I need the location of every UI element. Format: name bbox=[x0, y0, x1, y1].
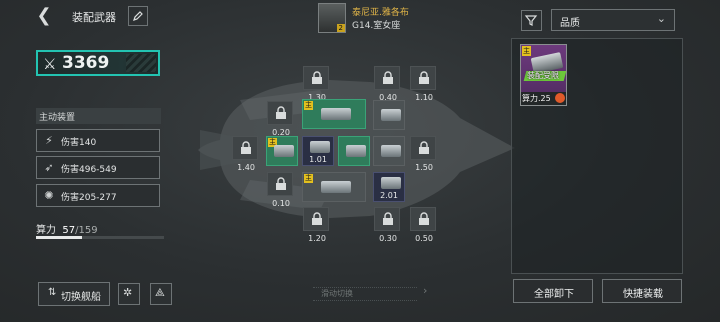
computing-total: /159 bbox=[75, 225, 98, 236]
locked-slot[interactable]: 0.50 bbox=[410, 207, 436, 243]
computing-power: 算力 57/159 bbox=[36, 221, 98, 236]
filter-icon[interactable] bbox=[521, 10, 542, 31]
switch-ship-button[interactable]: ⇅ 切换舰船 bbox=[38, 282, 110, 306]
equipped-slot[interactable]: 1.01 bbox=[302, 136, 334, 166]
locked-slot[interactable]: 0.30 bbox=[374, 207, 400, 243]
lock-icon bbox=[383, 71, 393, 84]
weapon-icon bbox=[381, 177, 401, 189]
slot-value: 0.50 bbox=[415, 234, 433, 243]
lock-icon bbox=[383, 212, 393, 225]
captain-avatar[interactable]: 2 bbox=[318, 3, 346, 33]
captain-level: 2 bbox=[336, 24, 345, 32]
lock-icon bbox=[419, 71, 429, 84]
equipped-slot-bottom-wide[interactable]: 主 bbox=[302, 172, 366, 202]
lock-icon bbox=[241, 141, 251, 154]
lock-icon bbox=[276, 106, 286, 119]
locked-slot[interactable]: 1.30 bbox=[303, 66, 329, 102]
unequip-all-label: 全部卸下 bbox=[534, 289, 574, 300]
equipped-slot[interactable]: 主 bbox=[266, 136, 298, 166]
weapon-icon bbox=[381, 145, 401, 157]
crossed-swords-icon: ⚔ bbox=[43, 55, 57, 73]
equipped-slot-top-wide[interactable]: 主 bbox=[302, 99, 366, 129]
weapon-icon bbox=[310, 141, 330, 153]
stat-text: 伤害496-549 bbox=[61, 165, 117, 175]
locked-slot[interactable]: 0.40 bbox=[374, 66, 400, 102]
rarity-badge-icon bbox=[555, 93, 565, 103]
missile-icon: ➶ bbox=[44, 161, 54, 174]
stat-cannon[interactable]: ✺ 伤害205-277 bbox=[36, 184, 160, 207]
item-status: 装配受限 bbox=[527, 71, 559, 80]
slot-value: 1.10 bbox=[415, 93, 433, 102]
gear-icon: ✲ bbox=[123, 286, 133, 299]
locked-slot[interactable]: 1.20 bbox=[303, 207, 329, 243]
stat-text: 伤害140 bbox=[61, 138, 97, 148]
weapon-icon bbox=[381, 109, 401, 121]
fleet-button[interactable]: ⟁ bbox=[150, 283, 172, 305]
computing-used: 57 bbox=[62, 225, 76, 236]
combat-power-value: 3369 bbox=[62, 53, 110, 73]
slot-value: 0.10 bbox=[272, 199, 290, 208]
combat-power-box: ⚔ 3369 bbox=[36, 50, 160, 76]
locked-slot[interactable]: 0.20 bbox=[267, 101, 293, 137]
stat-laser[interactable]: ⚡ 伤害140 bbox=[36, 129, 160, 152]
active-gear-header: 主动装置 bbox=[36, 108, 161, 124]
swipe-hint-label: 滑动切换 bbox=[321, 289, 353, 298]
equipped-slot[interactable] bbox=[338, 136, 370, 166]
primary-tag: 主 bbox=[304, 101, 313, 110]
quality-dropdown-label: 品质 bbox=[560, 18, 580, 29]
computing-bar bbox=[36, 236, 164, 239]
primary-tag: 主 bbox=[304, 174, 313, 183]
equipped-slot[interactable] bbox=[373, 100, 405, 130]
page-title: 装配武器 bbox=[72, 11, 116, 24]
fleet-icon: ⟁ bbox=[155, 286, 165, 299]
quality-dropdown[interactable]: 品质 ⌄ bbox=[551, 9, 675, 31]
weapon-icon bbox=[321, 108, 351, 120]
quick-equip-button[interactable]: 快捷装载 bbox=[602, 279, 682, 303]
slot-value: 1.01 bbox=[309, 155, 327, 164]
equipped-slot[interactable]: 2.01 bbox=[373, 172, 405, 202]
lock-icon bbox=[312, 212, 322, 225]
power-stripe-decoration bbox=[126, 54, 156, 72]
computing-label: 算力 bbox=[36, 225, 56, 236]
captain-name: 泰尼亚.雅各布 bbox=[352, 8, 409, 18]
slot-value: 1.20 bbox=[308, 234, 326, 243]
unequip-all-button[interactable]: 全部卸下 bbox=[513, 279, 593, 303]
slot-value: 0.30 bbox=[379, 234, 397, 243]
slot-value: 2.01 bbox=[380, 191, 398, 200]
laser-icon: ⚡ bbox=[45, 134, 53, 147]
lock-icon bbox=[276, 177, 286, 190]
computing-bar-fill bbox=[36, 236, 83, 239]
active-gear-title: 主动装置 bbox=[39, 113, 76, 123]
swipe-hint: 滑动切换 bbox=[313, 287, 417, 301]
slot-value: 1.40 bbox=[237, 163, 255, 172]
weapon-icon bbox=[321, 181, 351, 193]
back-arrow-icon[interactable]: ❮ bbox=[34, 6, 54, 26]
chevron-down-icon: ⌄ bbox=[656, 12, 666, 25]
locked-slot[interactable]: 1.40 bbox=[232, 136, 258, 172]
switch-ship-label: 切换舰船 bbox=[61, 292, 101, 303]
lock-icon bbox=[312, 71, 322, 84]
item-footer: 算力.25 bbox=[521, 92, 566, 105]
weapon-icon bbox=[274, 145, 294, 157]
equipped-slot[interactable] bbox=[373, 136, 405, 166]
inventory-item-card[interactable]: 主 装配受限 算力.25 bbox=[520, 44, 567, 106]
edit-icon[interactable] bbox=[128, 6, 148, 26]
locked-slot[interactable]: 1.10 bbox=[410, 66, 436, 102]
quick-equip-label: 快捷装载 bbox=[623, 289, 663, 300]
chevron-right-icon: › bbox=[423, 284, 428, 297]
item-computing: 算力.25 bbox=[522, 94, 551, 103]
lock-icon bbox=[419, 212, 429, 225]
locked-slot[interactable]: 1.50 bbox=[410, 136, 436, 172]
lock-icon bbox=[419, 141, 429, 154]
weapon-icon bbox=[346, 145, 366, 157]
swap-icon: ⇅ bbox=[48, 287, 57, 298]
primary-tag: 主 bbox=[522, 46, 531, 56]
stat-text: 伤害205-277 bbox=[61, 193, 117, 203]
slot-value: 1.50 bbox=[415, 163, 433, 172]
stat-missile[interactable]: ➶ 伤害496-549 bbox=[36, 156, 160, 179]
gear-settings-button[interactable]: ✲ bbox=[118, 283, 140, 305]
locked-slot[interactable]: 0.10 bbox=[267, 172, 293, 208]
ship-name: G14.室女座 bbox=[352, 21, 401, 31]
cannon-icon: ✺ bbox=[44, 189, 54, 202]
